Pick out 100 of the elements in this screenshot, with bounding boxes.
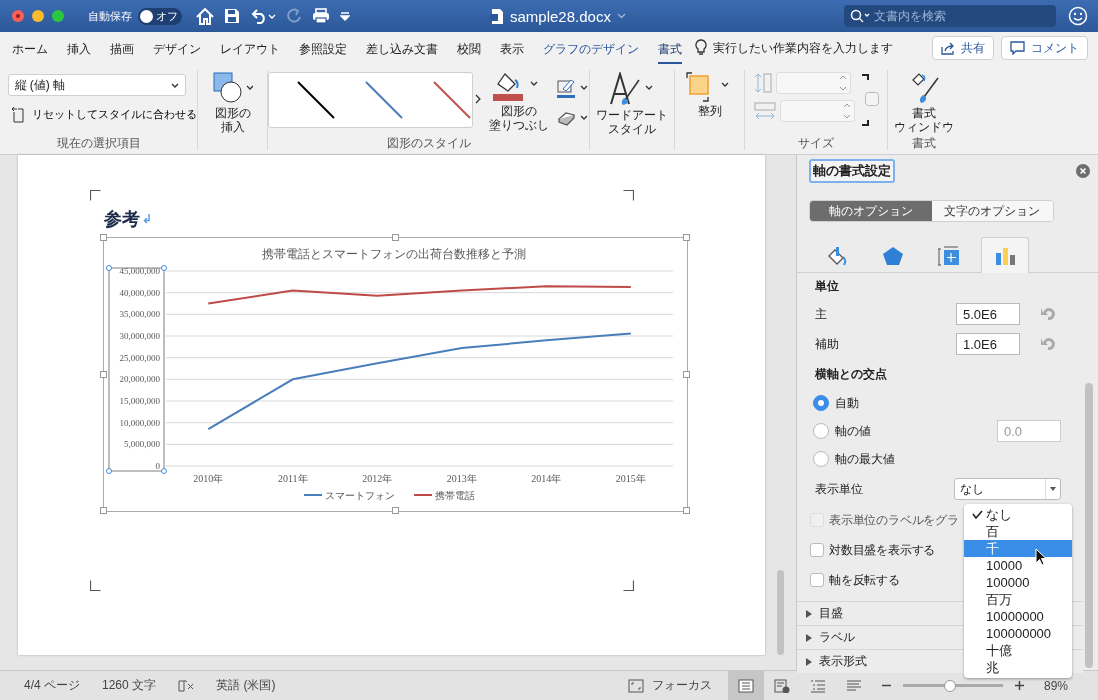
option-tab[interactable]: 軸のオプション [810,201,932,221]
zoom-window-button[interactable] [52,10,64,22]
height-icon [753,72,772,94]
ribbon-tab[interactable]: 差し込み文書 [366,34,438,65]
redo-icon[interactable] [286,7,302,25]
ribbon-tab[interactable]: ホーム [12,34,48,65]
bar-chart-icon [994,245,1016,266]
resize-handle[interactable] [683,370,690,378]
crop-mark-icon [623,580,634,591]
arrange-button[interactable]: 整列 [683,72,736,118]
radio-button[interactable] [813,451,829,467]
resize-handle[interactable] [683,507,690,514]
axis-value-field: 0.0 [997,420,1061,442]
insert-shape-button[interactable]: 図形の 挿入 [210,72,255,134]
number-field[interactable]: 5.0E6 [956,303,1020,325]
resize-handle[interactable] [100,234,107,241]
shape-style-gallery[interactable] [268,72,474,128]
print-icon[interactable] [312,8,330,24]
ribbon-tab[interactable]: 描画 [110,34,134,65]
proofing-icon[interactable] [178,678,195,693]
tell-me-field[interactable]: 実行したい作業内容を入力します [713,39,893,57]
paragraph-mark: ↲ [142,212,152,226]
search-field[interactable]: 文書内を検索 [844,5,1056,27]
resize-handle[interactable] [391,507,399,514]
menu-item[interactable]: 100000000 [964,625,1072,642]
heading: 参考 [104,208,140,231]
ribbon-tab[interactable]: デザイン [153,34,201,65]
caret-icon [170,82,179,88]
section-heading: 単位 [815,277,839,295]
resize-handle[interactable] [100,507,107,514]
ribbon-tab[interactable]: 挿入 [67,34,91,65]
ribbon-tab[interactable]: グラフのデザイン [543,34,639,65]
menu-item[interactable]: 10000 [964,557,1072,574]
menu-item[interactable]: 10000000 [964,608,1072,625]
pane-tab[interactable] [981,237,1029,273]
checkbox[interactable] [810,573,824,587]
ribbon-tab[interactable]: 参照設定 [299,34,347,65]
reset-style-button[interactable]: リセットしてスタイルに合わせる [7,106,200,123]
ribbon-tab[interactable]: 表示 [500,34,524,65]
shape-effects-icon[interactable] [557,110,589,126]
group-title: サイズ [798,136,834,150]
comments-button[interactable]: コメント [1001,36,1088,60]
collapsed-triangle-icon [805,609,813,618]
mouse-pointer-icon [1035,548,1047,566]
menu-item[interactable]: 100000 [964,574,1072,591]
scrollbar-thumb[interactable] [1085,383,1093,668]
lock-aspect-bracket-icon [860,74,869,126]
customize-toolbar-icon[interactable] [340,11,350,21]
display-units-dropdown[interactable]: なし [954,478,1061,500]
zoom-level: 89% [1043,678,1068,693]
resize-handle[interactable] [100,370,107,378]
caret-icon[interactable] [616,13,626,19]
size-properties-icon [938,246,960,267]
pane-title: 軸の書式設定 [809,159,895,183]
share-button[interactable]: 共有 [932,36,994,60]
minimize-window-button[interactable] [32,10,44,22]
language-indicator[interactable]: 英語 (米国) [216,677,276,694]
close-icon[interactable] [1076,164,1090,178]
smiley-feedback-icon[interactable] [1068,6,1088,26]
print-layout-icon [737,678,754,693]
option-tab[interactable]: 文字のオプション [931,201,1053,221]
checkbox-label: 対数目盛を表示する [829,542,936,558]
gallery-more-icon[interactable] [475,94,481,104]
save-icon[interactable] [224,8,240,24]
radio-button[interactable] [813,423,829,439]
radio-button[interactable] [813,395,829,411]
ribbon-tab[interactable]: 校閲 [457,34,481,65]
zoom-slider-thumb[interactable] [943,679,956,692]
menu-item[interactable]: 兆 [964,659,1072,676]
reset-icon[interactable] [1040,307,1056,321]
reset-icon[interactable] [1040,337,1056,351]
axis-tick-label: 20,000,000 [119,374,160,385]
wordart-styles-button[interactable]: ワードアート スタイル [594,72,670,136]
axis-tick-label: 5,000,000 [124,439,160,450]
scrollbar-thumb[interactable] [777,570,784,655]
close-window-button[interactable] [12,10,24,22]
zoom-in-icon[interactable] [1014,681,1024,690]
chart-frame[interactable]: 携帯電話とスマートフォンの出荷台数推移と予測 0 5,000,000 10,000,000 15,000,000 20,000,000 25,000,000 30,000,000 35,000,000 40,000,000 45,000,000 2010年 2011年 2012年 2013年 2014年 2015年 スマートフォン 携帯電話 [103,237,688,512]
selection-dropdown[interactable]: 縦 (値) 軸 [7,74,186,96]
legend-key-line [303,494,323,496]
axis-tick-label: 2015年 [615,473,646,484]
view-button[interactable] [727,671,764,700]
autosave-toggle[interactable]: オフ [138,7,182,25]
undo-icon[interactable] [250,8,276,24]
home-icon[interactable] [196,7,214,25]
checkbox[interactable] [810,543,824,557]
shape-fill-button[interactable]: 図形の 塗りつぶし [487,72,551,132]
resize-handle[interactable] [683,234,690,241]
comment-icon [1010,41,1025,55]
radio-label: 軸の最大値 [835,450,895,468]
resize-handle[interactable] [391,234,399,241]
format-pane-button[interactable]: 書式 ウィンドウ [892,72,956,134]
menu-item[interactable]: 百 [964,523,1072,540]
menu-item[interactable]: なし [964,506,1072,523]
axis-selection-frame[interactable] [106,265,167,474]
ribbon-tab[interactable]: レイアウト [220,34,280,65]
shape-outline-icon[interactable] [557,78,589,98]
number-field[interactable]: 1.0E6 [956,333,1020,355]
focus-mode-button[interactable]: フォーカス [621,676,718,695]
autosave-label: 自動保存 [88,8,132,24]
